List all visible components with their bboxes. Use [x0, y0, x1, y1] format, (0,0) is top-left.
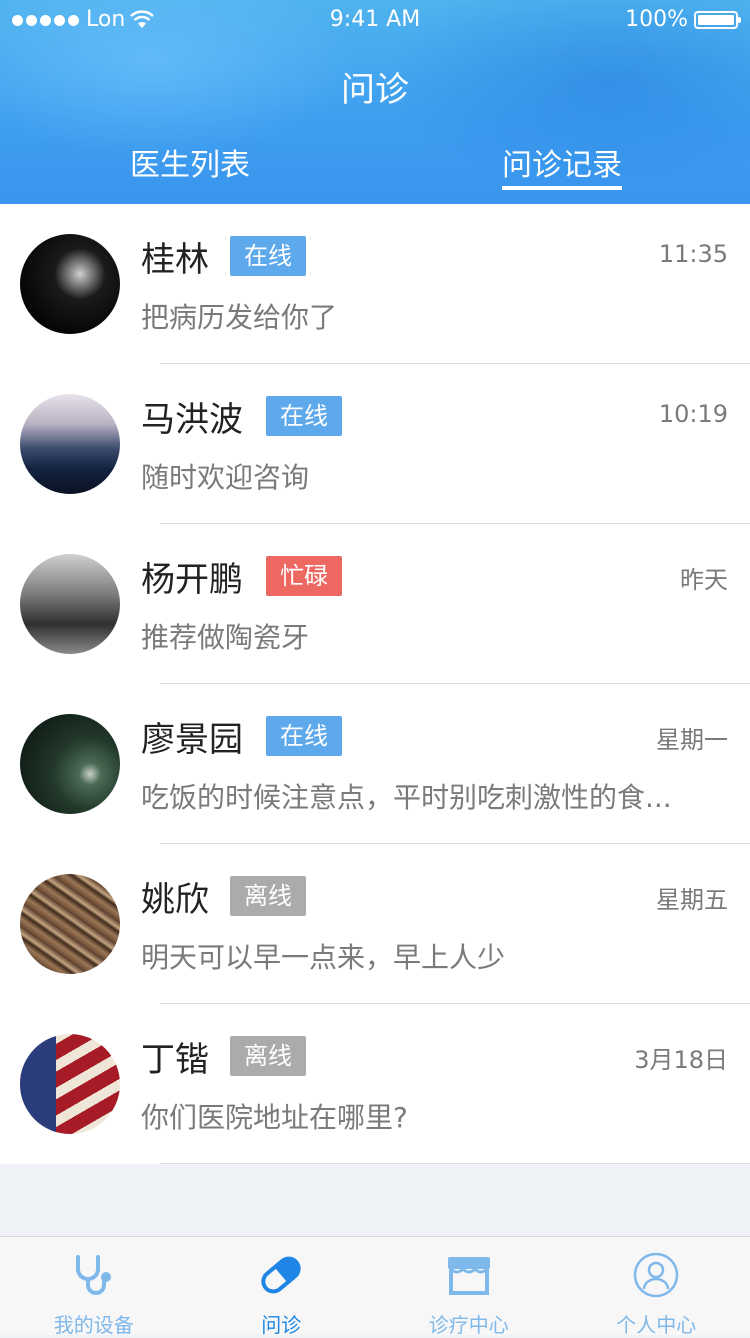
doctor-name: 姚欣	[141, 872, 209, 921]
status-badge: 离线	[230, 1036, 306, 1076]
list-item[interactable]: 桂林 在线 11:35 把病历发给你了	[0, 204, 750, 364]
list-item[interactable]: 姚欣 离线 星期五 明天可以早一点来，早上人少	[0, 844, 750, 1004]
message-time: 10:19	[659, 400, 728, 428]
message-preview: 你们医院地址在哪里?	[141, 1096, 721, 1136]
status-badge: 离线	[230, 876, 306, 916]
battery-percent: 100%	[625, 7, 688, 32]
consultation-list: 桂林 在线 11:35 把病历发给你了 马洪波 在线 10:19 随时欢迎咨询 …	[0, 204, 750, 1164]
stethoscope-icon	[70, 1251, 118, 1299]
message-time: 星期一	[656, 720, 728, 755]
tabbar-item-devices[interactable]: 我的设备	[0, 1237, 188, 1335]
tab-bar: 我的设备 问诊 诊疗中心 个人中心	[0, 1236, 750, 1335]
message-time: 11:35	[659, 240, 728, 268]
status-badge: 在线	[230, 236, 306, 276]
page-title: 问诊	[0, 62, 750, 111]
user-icon	[632, 1251, 680, 1299]
message-preview: 把病历发给你了	[141, 296, 721, 336]
avatar	[20, 234, 120, 334]
avatar	[20, 1034, 120, 1134]
pill-icon	[257, 1251, 305, 1299]
message-time: 昨天	[680, 560, 728, 595]
status-bar: Lon 9:41 AM 100%	[0, 0, 750, 40]
tab-doctor-list[interactable]: 医生列表	[130, 140, 250, 184]
message-preview: 吃饭的时候注意点，平时别吃刺激性的食...	[141, 776, 721, 816]
doctor-name: 杨开鹏	[141, 552, 243, 601]
list-item[interactable]: 马洪波 在线 10:19 随时欢迎咨询	[0, 364, 750, 524]
list-item[interactable]: 杨开鹏 忙碌 昨天 推荐做陶瓷牙	[0, 524, 750, 684]
list-item[interactable]: 廖景园 在线 星期一 吃饭的时候注意点，平时别吃刺激性的食...	[0, 684, 750, 844]
tab-consultation-records[interactable]: 问诊记录	[502, 140, 622, 184]
battery-icon	[694, 11, 738, 29]
message-time: 3月18日	[634, 1040, 728, 1075]
doctor-name: 马洪波	[141, 392, 243, 441]
doctor-name: 桂林	[141, 232, 209, 281]
tabbar-item-consultation[interactable]: 问诊	[188, 1237, 376, 1335]
message-preview: 推荐做陶瓷牙	[141, 616, 721, 656]
avatar	[20, 874, 120, 974]
avatar	[20, 714, 120, 814]
avatar	[20, 394, 120, 494]
battery: 100%	[625, 7, 738, 32]
status-badge: 在线	[266, 396, 342, 436]
message-time: 星期五	[656, 880, 728, 915]
clinic-icon	[445, 1251, 493, 1299]
doctor-name: 廖景园	[141, 712, 243, 761]
header: Lon 9:41 AM 100% 问诊 医生列表 问诊记录	[0, 0, 750, 204]
tabbar-item-clinic[interactable]: 诊疗中心	[375, 1237, 563, 1335]
avatar	[20, 554, 120, 654]
status-badge: 忙碌	[266, 556, 342, 596]
list-item[interactable]: 丁锴 离线 3月18日 你们医院地址在哪里?	[0, 1004, 750, 1164]
status-badge: 在线	[266, 716, 342, 756]
message-preview: 明天可以早一点来，早上人少	[141, 936, 721, 976]
message-preview: 随时欢迎咨询	[141, 456, 721, 496]
tabbar-item-profile[interactable]: 个人中心	[563, 1237, 750, 1335]
doctor-name: 丁锴	[141, 1032, 209, 1081]
